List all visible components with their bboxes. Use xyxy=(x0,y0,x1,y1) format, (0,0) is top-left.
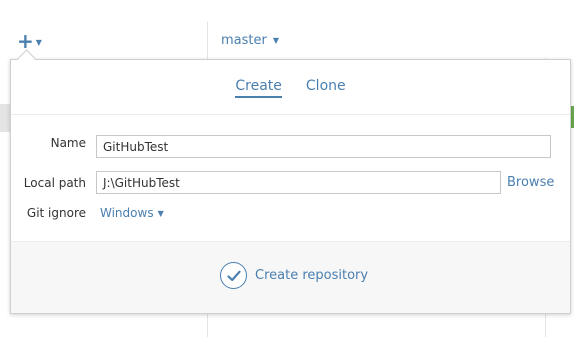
gitignore-row: Git ignore xyxy=(11,206,570,220)
browse-button[interactable]: Browse xyxy=(507,175,554,190)
branch-name: master xyxy=(221,33,267,48)
create-repository-label: Create repository xyxy=(255,268,369,283)
gitignore-dropdown[interactable]: Windows ▼ xyxy=(100,206,164,220)
popover-footer: Create repository xyxy=(11,241,570,313)
plus-icon: + xyxy=(17,29,34,53)
local-path-field[interactable]: J:\GitHubTest xyxy=(96,171,501,194)
checkmark-circle-icon xyxy=(220,262,247,289)
tab-create[interactable]: Create xyxy=(235,78,282,98)
tab-clone[interactable]: Clone xyxy=(306,78,346,98)
caret-down-icon: ▼ xyxy=(157,208,164,218)
add-repository-popover: Create Clone Name GitHubTest Local path … xyxy=(10,59,571,314)
caret-down-icon: ▼ xyxy=(35,37,42,47)
popover-tabs: Create Clone xyxy=(11,78,570,98)
add-repository-button[interactable]: + ▼ xyxy=(17,31,42,51)
local-path-field-value: J:\GitHubTest xyxy=(103,175,180,190)
name-field-value: GitHubTest xyxy=(103,139,169,154)
name-label: Name xyxy=(50,136,86,150)
checkmark-icon xyxy=(226,270,241,281)
create-repository-button[interactable]: Create repository xyxy=(220,262,368,289)
header-divider xyxy=(11,114,570,115)
gitignore-value: Windows xyxy=(100,206,154,220)
branch-selector[interactable]: master ▼ xyxy=(221,33,279,48)
name-field[interactable]: GitHubTest xyxy=(96,135,551,158)
gitignore-label: Git ignore xyxy=(26,206,86,220)
caret-down-icon: ▼ xyxy=(272,36,279,45)
local-path-label: Local path xyxy=(23,176,86,190)
